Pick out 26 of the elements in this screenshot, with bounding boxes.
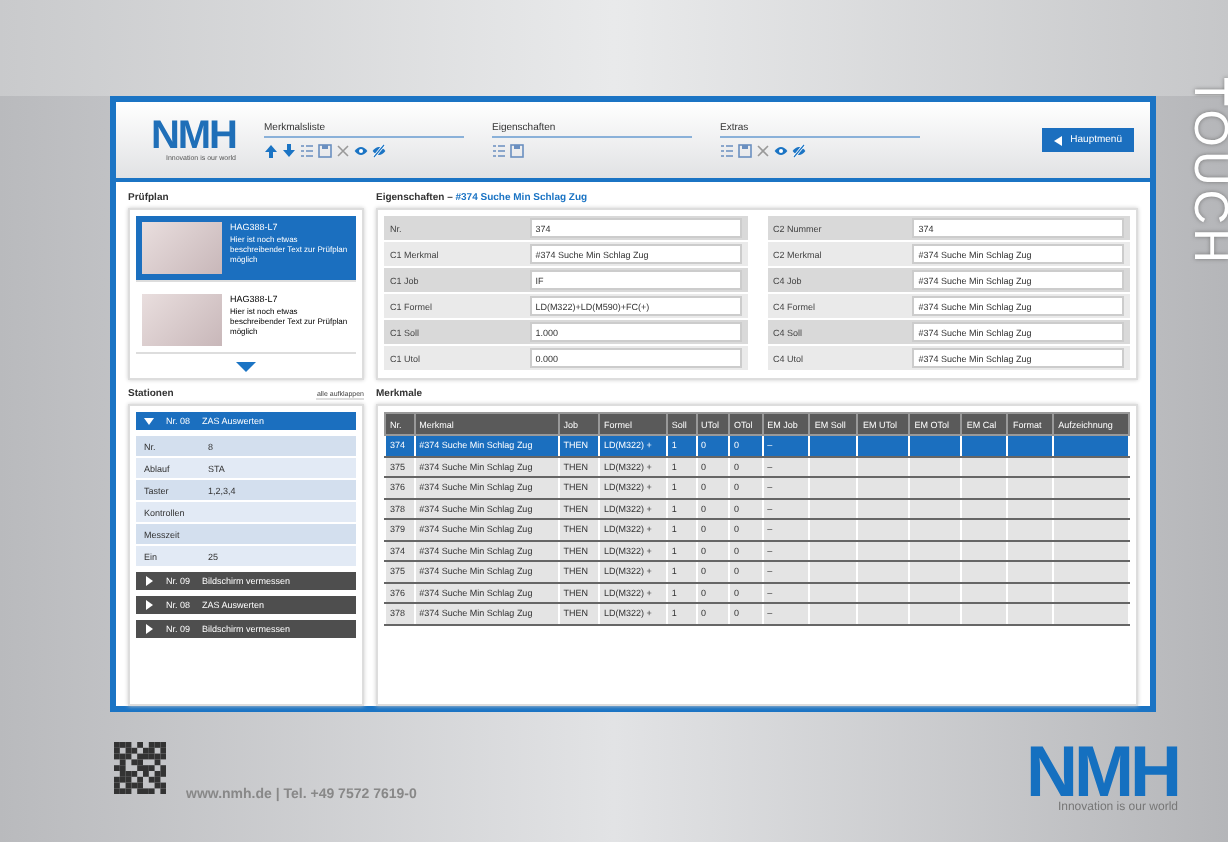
save-icon[interactable] bbox=[510, 144, 524, 158]
list-icon[interactable] bbox=[492, 144, 506, 158]
close-icon[interactable] bbox=[336, 144, 350, 158]
photo-placeholder bbox=[142, 294, 222, 346]
eye-crossed-icon[interactable] bbox=[792, 144, 806, 158]
eye-icon[interactable] bbox=[774, 144, 788, 158]
eye-crossed-icon[interactable] bbox=[372, 144, 386, 158]
list-icon[interactable] bbox=[300, 144, 314, 158]
photo-placeholder bbox=[142, 222, 222, 274]
list-icon[interactable] bbox=[720, 144, 734, 158]
scroll-down-icon[interactable] bbox=[236, 362, 256, 372]
logo: NMH bbox=[150, 118, 236, 154]
up-arrow-icon[interactable] bbox=[264, 144, 278, 158]
caret-down-icon bbox=[144, 416, 154, 426]
down-arrow-icon[interactable] bbox=[282, 144, 296, 158]
close-icon[interactable] bbox=[756, 144, 770, 158]
qr-code-icon bbox=[114, 741, 166, 793]
logo: NMH bbox=[1026, 741, 1178, 801]
save-icon[interactable] bbox=[738, 144, 752, 158]
vertical-label: TOUCH bbox=[1181, 77, 1228, 267]
caret-right-icon bbox=[144, 624, 154, 634]
caret-right-icon bbox=[144, 576, 154, 586]
back-triangle-icon bbox=[1054, 135, 1065, 145]
eye-icon[interactable] bbox=[354, 144, 368, 158]
save-icon[interactable] bbox=[318, 144, 332, 158]
caret-right-icon bbox=[144, 600, 154, 610]
